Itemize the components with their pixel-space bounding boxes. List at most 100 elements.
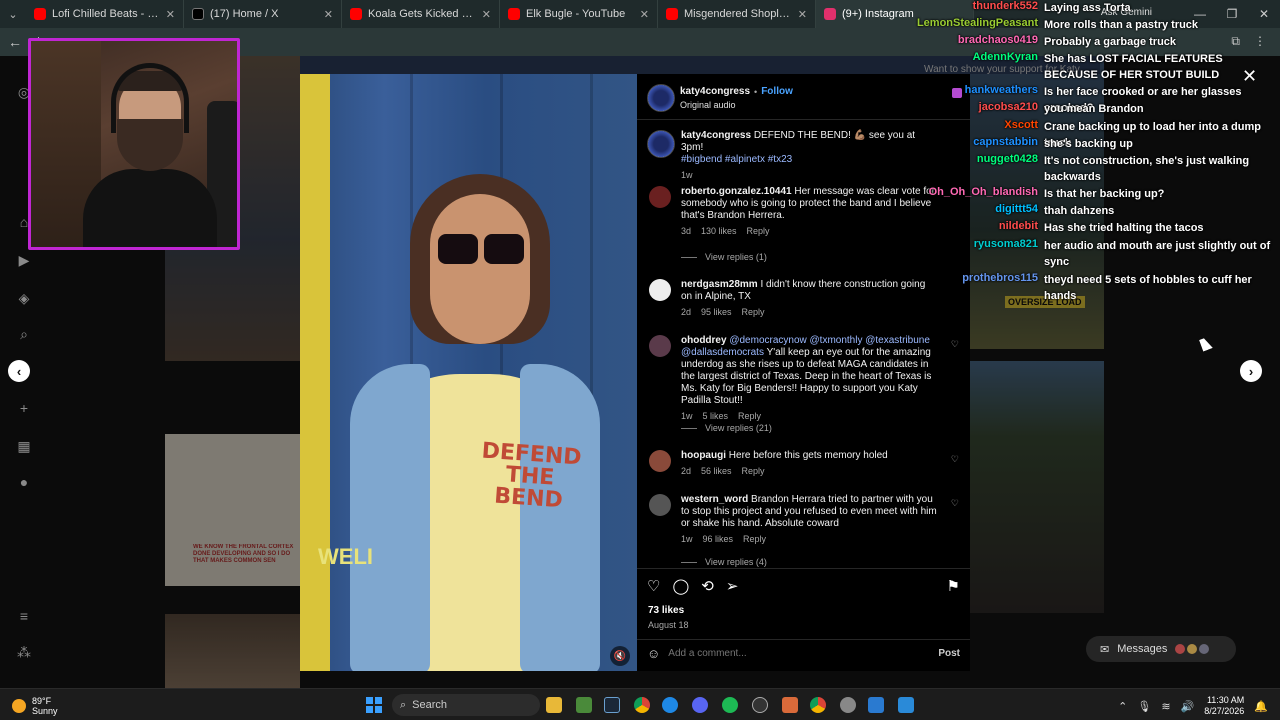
reply-button[interactable]: Reply	[743, 534, 766, 544]
comment-username[interactable]: nerdgasm28mm	[681, 279, 758, 290]
denim-vest-left	[350, 364, 430, 671]
bookmark-icon[interactable]: ⚑	[947, 577, 960, 595]
chrome-profile-icon[interactable]	[810, 697, 826, 713]
messages-label: Messages	[1117, 643, 1168, 655]
explore-icon[interactable]: ◈	[15, 290, 33, 308]
reply-button[interactable]: Reply	[738, 411, 761, 421]
comment-username[interactable]: roberto.gonzalez.10441	[681, 186, 792, 197]
reels-icon[interactable]: ▶	[15, 252, 33, 270]
author-avatar[interactable]	[647, 130, 675, 158]
repost-icon[interactable]: ⟲	[701, 577, 714, 595]
photos-icon[interactable]	[868, 697, 884, 713]
app-icon[interactable]	[752, 697, 768, 713]
settings-gear-icon[interactable]	[840, 697, 856, 713]
previous-post-arrow-icon[interactable]: ‹	[8, 360, 30, 382]
comment-likes[interactable]: 56 likes	[701, 466, 732, 476]
file-explorer-icon[interactable]	[546, 697, 562, 713]
author-avatar[interactable]	[647, 84, 675, 112]
view-replies-button[interactable]: View replies (21)	[681, 423, 772, 433]
chrome-icon[interactable]	[634, 697, 650, 713]
windows-start-icon[interactable]	[366, 697, 382, 713]
minecraft-icon[interactable]	[576, 697, 592, 713]
create-icon[interactable]: +	[15, 400, 33, 418]
browser-tab-2[interactable]: (17) Home / X ✕	[184, 0, 342, 28]
share-send-icon[interactable]: ➢	[726, 577, 739, 595]
reply-button[interactable]: Reply	[747, 226, 770, 236]
emoji-icon[interactable]: ☺	[647, 646, 660, 661]
profile-avatar-icon[interactable]: ●	[15, 474, 33, 492]
clock[interactable]: 11:30 AM 8/27/2026	[1204, 695, 1244, 717]
comment-username[interactable]: western_word	[681, 494, 748, 505]
tab-search-icon[interactable]: ⌄	[0, 0, 26, 28]
caption-hashtags[interactable]: #bigbend #alpinetx #tx23	[681, 154, 939, 166]
close-icon[interactable]: ✕	[482, 8, 491, 21]
view-replies-button[interactable]: View replies (1)	[681, 252, 767, 262]
like-heart-icon[interactable]: ♡	[951, 454, 959, 465]
microphone-icon[interactable]: 🎙	[1137, 700, 1151, 713]
reply-button[interactable]: Reply	[742, 466, 765, 476]
more-menu-icon[interactable]: ≡	[15, 608, 33, 626]
discord-icon[interactable]	[692, 697, 708, 713]
vscode-icon[interactable]	[898, 697, 914, 713]
chevron-up-icon[interactable]: ⌃	[1118, 700, 1127, 713]
chat-message: ryusoma821 her audio and mouth are just s…	[974, 238, 1272, 270]
wifi-icon[interactable]: ≋	[1161, 700, 1170, 713]
taskbar-search[interactable]: ⌕ Search	[392, 694, 540, 716]
close-icon[interactable]: ✕	[166, 8, 175, 21]
add-comment-input[interactable]	[668, 647, 931, 659]
insights-icon[interactable]: ▦	[15, 438, 33, 456]
browser-tab-1[interactable]: Lofi Chilled Beats - 12 Hours of ✕	[26, 0, 184, 28]
volume-icon[interactable]: 🔊	[1181, 700, 1195, 713]
caption-username[interactable]: katy4congress	[681, 130, 751, 141]
headset	[111, 63, 189, 133]
comment-bubble-icon[interactable]: ◯	[672, 577, 689, 595]
next-post-arrow-icon[interactable]: ›	[1240, 360, 1262, 382]
steam-icon[interactable]	[604, 697, 620, 713]
browser-tab-4[interactable]: Elk Bugle - YouTube ✕	[500, 0, 658, 28]
post-comment-button[interactable]: Post	[938, 648, 960, 659]
reply-button[interactable]: Reply	[742, 307, 765, 317]
more-options-icon[interactable]	[952, 88, 962, 98]
close-icon[interactable]: ✕	[640, 8, 649, 21]
weather-widget[interactable]: 89°F Sunny	[12, 696, 58, 716]
commenter-avatar[interactable]	[649, 335, 671, 357]
meta-icon[interactable]: ⁂	[15, 644, 33, 662]
comment-likes[interactable]: 5 likes	[703, 411, 729, 421]
edge-icon[interactable]	[662, 697, 678, 713]
like-heart-icon[interactable]: ♡	[647, 577, 660, 595]
commenter-avatar[interactable]	[649, 494, 671, 516]
comment-username[interactable]: ohoddrey	[681, 335, 727, 346]
browser-tab-3[interactable]: Koala Gets Kicked Out Of Tree a ✕	[342, 0, 500, 28]
chat-text: Is that her backing up?	[1044, 188, 1165, 200]
mute-icon[interactable]: 🔇	[610, 646, 630, 666]
like-count[interactable]: 73 likes	[648, 605, 684, 616]
follow-button[interactable]: Follow	[761, 86, 793, 97]
yellow-wall	[300, 74, 330, 671]
post-video[interactable]: DEFEND THE BEND WELI	[300, 74, 637, 671]
comment-time: 2d	[681, 466, 692, 476]
close-icon[interactable]: ✕	[324, 8, 333, 21]
chat-message: Oh_Oh_Oh_blandish Is that her backing up?	[929, 186, 1272, 202]
notification-bell-icon[interactable]: 🔔	[1254, 700, 1268, 713]
chat-username: AdennKyran	[972, 51, 1038, 63]
commenter-avatar[interactable]	[649, 279, 671, 301]
like-heart-icon[interactable]: ♡	[951, 498, 959, 509]
comment-likes[interactable]: 130 likes	[701, 226, 737, 236]
taskbar-search-label: Search	[412, 699, 448, 711]
back-arrow-icon[interactable]: ←	[8, 34, 28, 50]
comment-likes[interactable]: 96 likes	[703, 534, 734, 544]
audio-label[interactable]: Original audio	[680, 100, 736, 110]
comment-username[interactable]: hoopaugi	[681, 450, 726, 461]
commenter-avatar[interactable]	[649, 450, 671, 472]
messages-button[interactable]: ✉ Messages	[1086, 636, 1236, 662]
claude-icon[interactable]	[782, 697, 798, 713]
commenter-avatar[interactable]	[649, 186, 671, 208]
spotify-icon[interactable]	[722, 697, 738, 713]
view-replies-button[interactable]: View replies (4)	[681, 557, 767, 567]
like-heart-icon[interactable]: ♡	[951, 339, 959, 350]
author-username[interactable]: katy4congress	[680, 86, 750, 97]
search-icon[interactable]: ⌕	[15, 326, 33, 344]
comment-likes[interactable]: 95 likes	[701, 307, 732, 317]
browser-tab-5[interactable]: Misgendered Shoplifter Turns V ✕	[658, 0, 816, 28]
close-icon[interactable]: ✕	[798, 8, 807, 21]
